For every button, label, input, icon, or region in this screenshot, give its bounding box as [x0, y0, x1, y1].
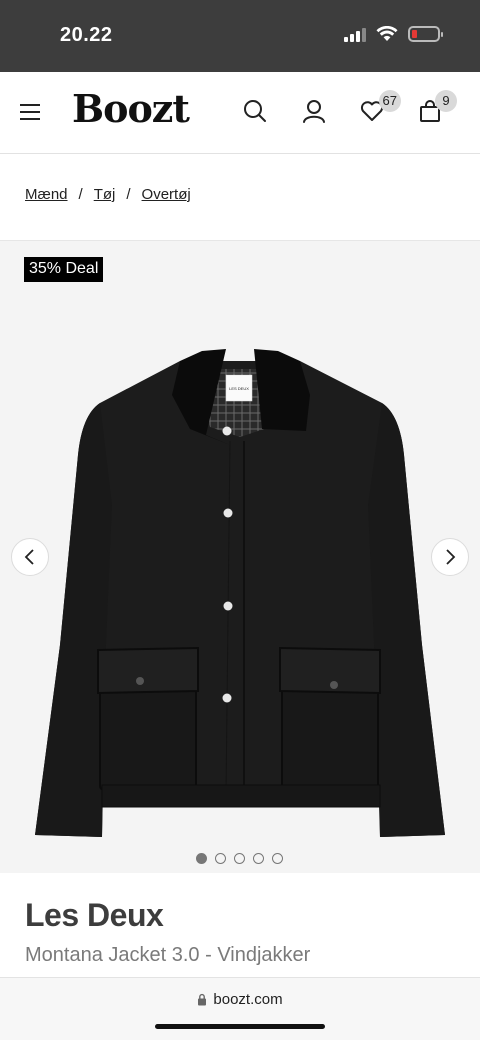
garment-label: LES DEUX [229, 386, 249, 391]
account-icon[interactable] [301, 98, 329, 126]
lock-icon [198, 993, 207, 1006]
product-gallery[interactable]: 35% Deal LES DEUX [0, 241, 480, 873]
pagination-dot[interactable] [234, 853, 245, 864]
deal-badge: 35% Deal [24, 257, 104, 282]
url-display[interactable]: boozt.com [0, 991, 480, 1008]
previous-image-button[interactable] [11, 538, 49, 576]
breadcrumb-separator: / [78, 186, 83, 203]
browser-address-bar[interactable]: boozt.com [0, 977, 480, 1040]
breadcrumb-item-maend[interactable]: Mænd [25, 186, 68, 203]
cart-count-badge: 9 [435, 90, 457, 112]
breadcrumb-item-toej[interactable]: Tøj [94, 186, 116, 203]
product-brand[interactable]: Les Deux [25, 897, 164, 934]
url-text: boozt.com [213, 991, 283, 1008]
breadcrumb-separator: / [126, 186, 131, 203]
status-bar: 20.22 [0, 0, 480, 72]
status-icons [344, 26, 443, 42]
chevron-left-icon [24, 549, 34, 565]
product-image[interactable]: LES DEUX [30, 345, 450, 845]
signal-icon [344, 26, 366, 42]
cart-button[interactable]: 9 [417, 90, 457, 126]
search-icon[interactable] [242, 98, 270, 126]
status-time: 20.22 [60, 24, 113, 46]
breadcrumb: Mænd / Tøj / Overtøj [25, 186, 191, 203]
menu-icon[interactable] [20, 104, 40, 120]
chevron-right-icon [446, 549, 456, 565]
favorites-count-badge: 67 [378, 90, 401, 112]
pagination-dot[interactable] [272, 853, 283, 864]
product-name: Montana Jacket 3.0 - Vindjakker [25, 944, 311, 966]
pagination-dot[interactable] [215, 853, 226, 864]
pagination-dot[interactable] [196, 853, 207, 864]
home-indicator[interactable] [155, 1024, 325, 1029]
image-pagination [196, 853, 283, 864]
next-image-button[interactable] [431, 538, 469, 576]
site-header: Boozt 67 9 [0, 72, 480, 154]
site-logo[interactable]: Boozt [72, 86, 190, 131]
favorites-button[interactable]: 67 [359, 90, 401, 126]
battery-icon [408, 26, 443, 42]
wifi-icon [376, 26, 398, 41]
breadcrumb-item-overtoej[interactable]: Overtøj [142, 186, 191, 203]
pagination-dot[interactable] [253, 853, 264, 864]
